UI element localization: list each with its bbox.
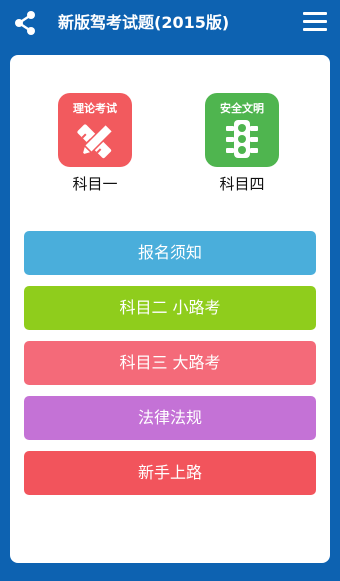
traffic-light-icon bbox=[222, 118, 262, 162]
registration-info-button[interactable]: 报名须知 bbox=[24, 231, 316, 275]
subject-1-badge: 理论考试 bbox=[73, 102, 117, 115]
subject-2-button[interactable]: 科目二 小路考 bbox=[24, 286, 316, 330]
hamburger-menu-icon[interactable] bbox=[303, 12, 327, 34]
subject-1-label: 科目一 bbox=[72, 175, 118, 193]
page-title: 新版驾考试题(2015版) bbox=[58, 13, 230, 32]
subject-4-label: 科目四 bbox=[219, 175, 265, 193]
subject-1-app-icon[interactable]: 理论考试 bbox=[58, 93, 132, 167]
pencil-ruler-icon bbox=[75, 118, 115, 162]
top-bar: 新版驾考试题(2015版) bbox=[0, 0, 340, 46]
subject-1-button[interactable]: 理论考试 科目一 bbox=[45, 93, 145, 193]
subject-4-button[interactable]: 安全文明 科目四 bbox=[192, 93, 292, 193]
subject-3-button[interactable]: 科目三 大路考 bbox=[24, 341, 316, 385]
subject-4-app-icon[interactable]: 安全文明 bbox=[205, 93, 279, 167]
main-card: 理论考试 科目一 安全文明 科目四 报名须知 科目二 小路考 科目三 大路考 法… bbox=[10, 55, 330, 563]
laws-regulations-button[interactable]: 法律法规 bbox=[24, 396, 316, 440]
new-driver-button[interactable]: 新手上路 bbox=[24, 451, 316, 495]
subject-4-badge: 安全文明 bbox=[220, 102, 264, 115]
share-icon[interactable] bbox=[12, 10, 38, 36]
